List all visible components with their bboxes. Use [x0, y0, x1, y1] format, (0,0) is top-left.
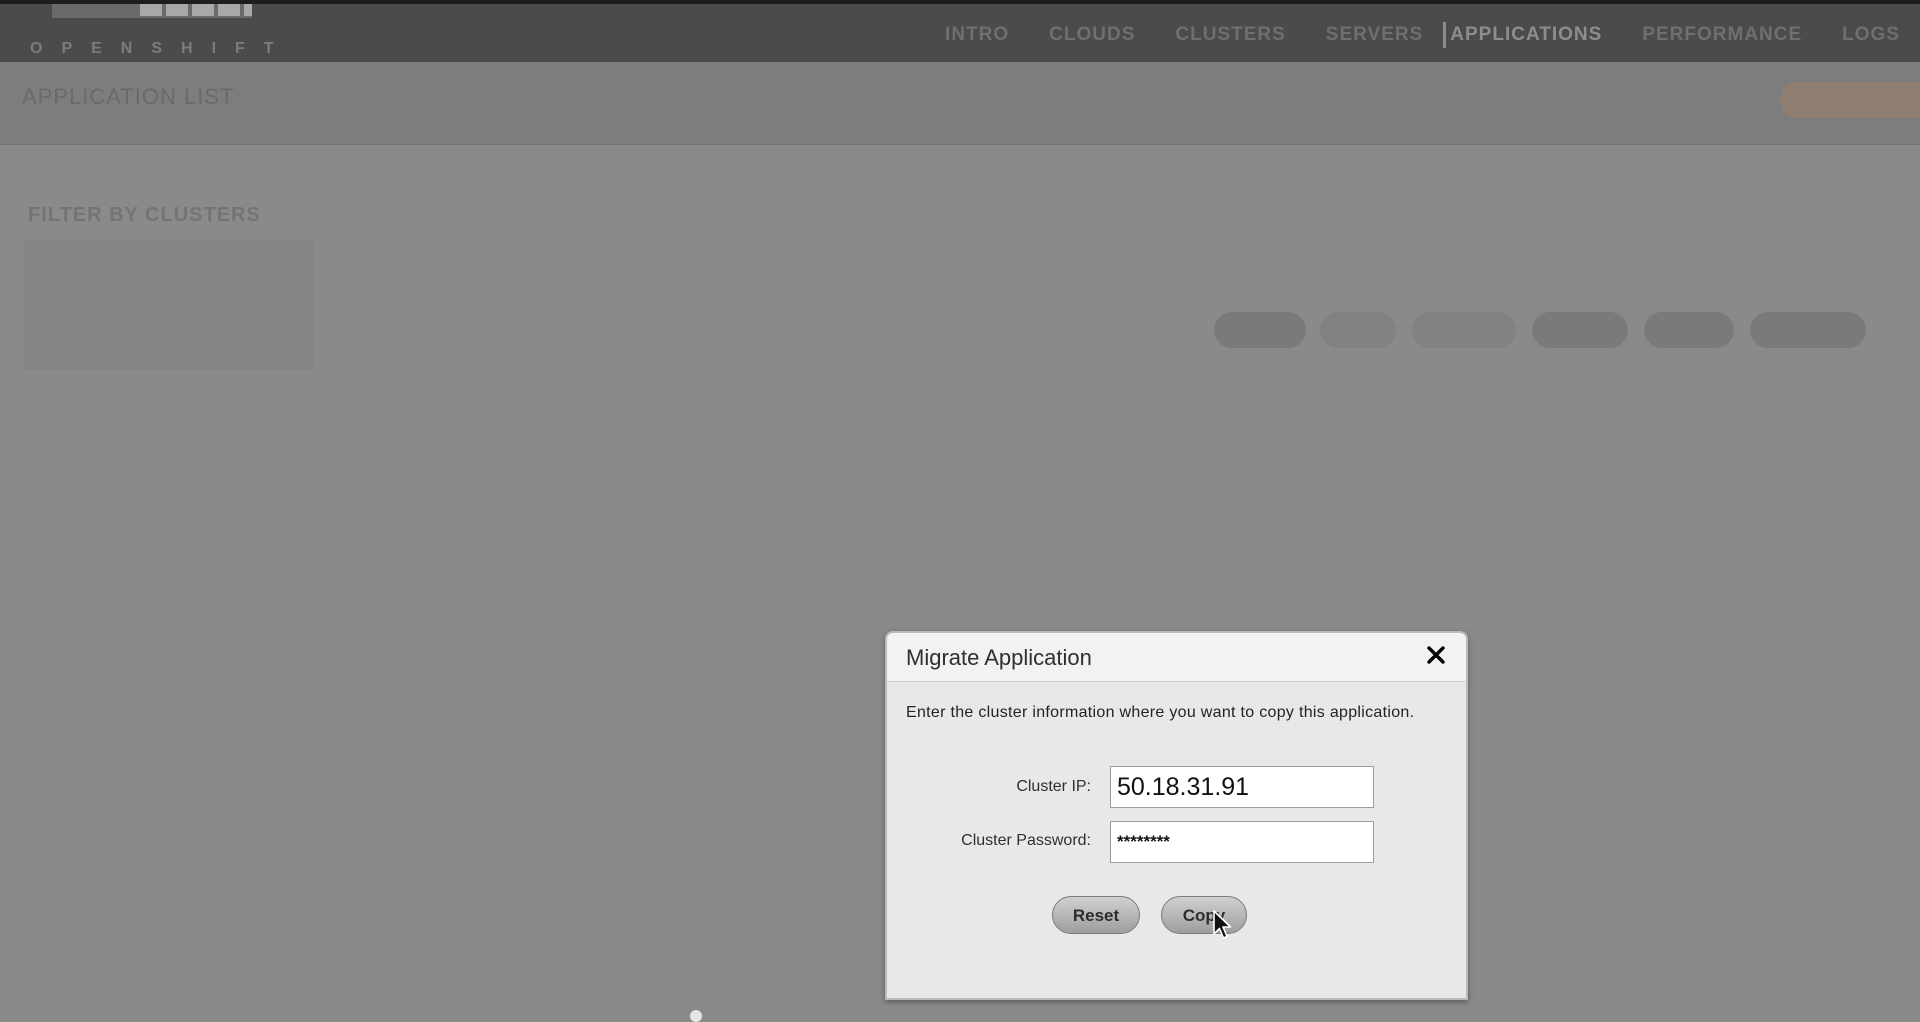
page-title: APPLICATION LIST: [22, 84, 235, 109]
top-navigation-bar: OPENSHIFT INTRO CLOUDS CLUSTERS SERVERS …: [0, 0, 1920, 62]
row-action-button[interactable]: [1532, 312, 1628, 348]
row-action-button[interactable]: [1214, 312, 1306, 348]
nav-item-applications[interactable]: APPLICATIONS: [1443, 22, 1622, 48]
cluster-ip-label: Cluster IP:: [1016, 778, 1091, 795]
nav-item-intro[interactable]: INTRO: [925, 22, 1029, 48]
page-header-bar: APPLICATION LIST: [0, 62, 1920, 145]
cluster-password-input[interactable]: [1110, 821, 1374, 863]
row-action-button[interactable]: [1320, 312, 1396, 348]
nav-item-servers[interactable]: SERVERS: [1306, 22, 1443, 48]
logo-text: OPENSHIFT: [30, 40, 293, 57]
filter-item[interactable]: [24, 240, 314, 286]
nav-item-logs[interactable]: LOGS: [1822, 22, 1920, 48]
filter-item[interactable]: [24, 332, 314, 378]
add-application-button[interactable]: [1780, 82, 1920, 118]
loading-indicator: [690, 1010, 702, 1022]
table-header: [330, 246, 1920, 270]
filter-item[interactable]: [24, 286, 314, 332]
row-action-button[interactable]: [1644, 312, 1734, 348]
cluster-filter-list: [24, 240, 314, 370]
copy-button[interactable]: Copy: [1161, 896, 1247, 934]
logo-blocks: [140, 4, 252, 16]
migrate-application-dialog: Migrate Application Enter the cluster in…: [885, 631, 1468, 1000]
main-nav: INTRO CLOUDS CLUSTERS SERVERS APPLICATIO…: [925, 22, 1920, 48]
row-action-button[interactable]: [1412, 312, 1516, 348]
reset-button[interactable]: Reset: [1052, 896, 1140, 934]
close-button[interactable]: [1424, 643, 1448, 667]
dialog-title: Migrate Application: [906, 645, 1092, 670]
logo-graphic: [52, 4, 252, 18]
dialog-header: Migrate Application: [887, 633, 1466, 682]
nav-item-performance[interactable]: PERFORMANCE: [1622, 22, 1822, 48]
nav-item-clusters[interactable]: CLUSTERS: [1155, 22, 1305, 48]
cluster-ip-input[interactable]: [1110, 766, 1374, 808]
cluster-password-label: Cluster Password:: [961, 832, 1091, 849]
filter-heading[interactable]: FILTER BY CLUSTERS: [28, 204, 261, 227]
row-action-button[interactable]: [1750, 312, 1866, 348]
dialog-instructions: Enter the cluster information where you …: [906, 704, 1415, 721]
mouse-pointer-icon: [1213, 910, 1232, 939]
close-icon: [1427, 646, 1445, 664]
table-row: [330, 306, 1920, 356]
nav-item-clouds[interactable]: CLOUDS: [1029, 22, 1155, 48]
